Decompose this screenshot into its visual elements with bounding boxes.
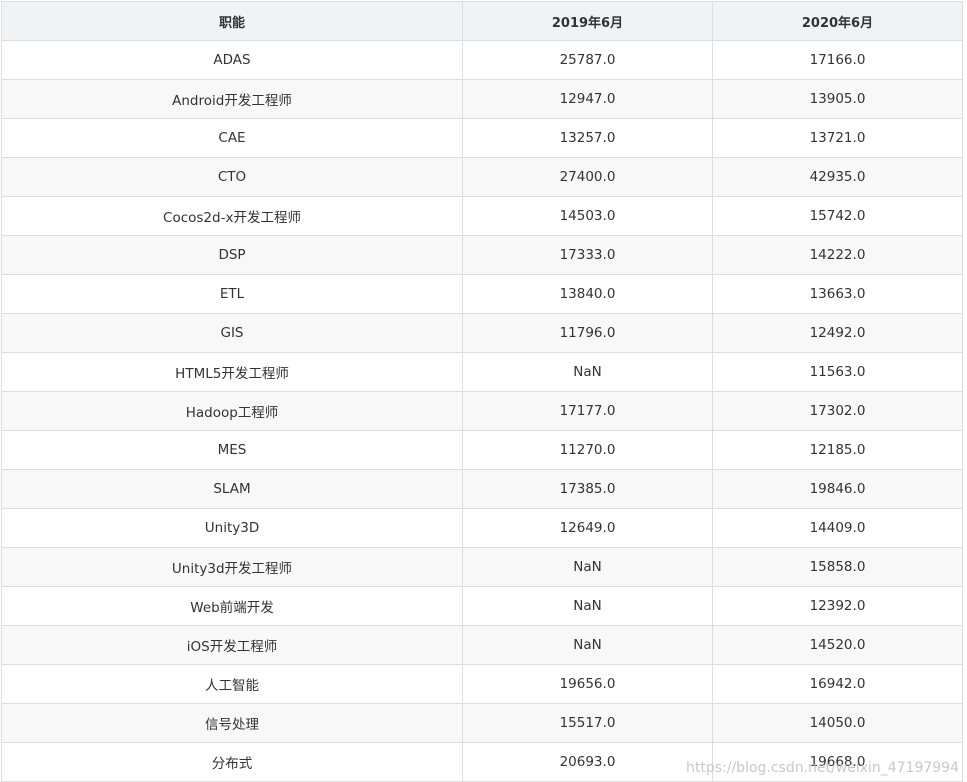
salary-2019-cell: 27400.0 [462, 157, 713, 197]
header-2020-06: 2020年6月 [712, 1, 963, 41]
table-row: ETL 13840.0 13663.0 [1, 274, 963, 314]
table-row: iOS开发工程师 NaN 14520.0 [1, 625, 963, 665]
salary-2019-cell: 13840.0 [462, 274, 713, 314]
table-row: 分布式 20693.0 19668.0 [1, 742, 963, 782]
salary-2019-cell: 25787.0 [462, 40, 713, 80]
salary-2019-cell: 19656.0 [462, 664, 713, 704]
role-cell: 人工智能 [1, 664, 463, 704]
table-row: 信号处理 15517.0 14050.0 [1, 703, 963, 743]
role-cell: 分布式 [1, 742, 463, 782]
salary-2020-cell: 14222.0 [712, 235, 963, 275]
salary-2019-cell: 11270.0 [462, 430, 713, 470]
salary-2020-cell: 17166.0 [712, 40, 963, 80]
role-cell: CAE [1, 118, 463, 158]
role-cell: ADAS [1, 40, 463, 80]
header-2019-06: 2019年6月 [462, 1, 713, 41]
table-row: SLAM 17385.0 19846.0 [1, 469, 963, 509]
table-row: 人工智能 19656.0 16942.0 [1, 664, 963, 704]
role-cell: ETL [1, 274, 463, 314]
table-row: HTML5开发工程师 NaN 11563.0 [1, 352, 963, 392]
header-row: 职能 2019年6月 2020年6月 [1, 1, 963, 41]
salary-2019-cell: 12947.0 [462, 79, 713, 119]
salary-2020-cell: 12185.0 [712, 430, 963, 470]
table-row: CAE 13257.0 13721.0 [1, 118, 963, 158]
salary-table-container: 职能 2019年6月 2020年6月 ADAS 25787.0 17166.0 And… [1, 1, 963, 782]
header-role: 职能 [1, 1, 463, 41]
role-cell: HTML5开发工程师 [1, 352, 463, 392]
table-row: Unity3d开发工程师 NaN 15858.0 [1, 547, 963, 587]
table-body: ADAS 25787.0 17166.0 Android开发工程师 12947.0 139… [1, 40, 963, 782]
salary-2019-cell: 11796.0 [462, 313, 713, 353]
role-cell: Unity3d开发工程师 [1, 547, 463, 587]
table-row: Android开发工程师 12947.0 13905.0 [1, 79, 963, 119]
salary-2020-cell: 12392.0 [712, 586, 963, 626]
salary-2019-cell: NaN [462, 586, 713, 626]
salary-2019-cell: 20693.0 [462, 742, 713, 782]
role-cell: Unity3D [1, 508, 463, 548]
salary-2020-cell: 13721.0 [712, 118, 963, 158]
role-cell: Web前端开发 [1, 586, 463, 626]
table-row: Web前端开发 NaN 12392.0 [1, 586, 963, 626]
salary-2020-cell: 16942.0 [712, 664, 963, 704]
salary-2020-cell: 13663.0 [712, 274, 963, 314]
role-cell: 信号处理 [1, 703, 463, 743]
role-cell: DSP [1, 235, 463, 275]
role-cell: iOS开发工程师 [1, 625, 463, 665]
role-cell: CTO [1, 157, 463, 197]
salary-2019-cell: NaN [462, 625, 713, 665]
salary-2020-cell: 17302.0 [712, 391, 963, 431]
salary-2020-cell: 15742.0 [712, 196, 963, 236]
salary-2020-cell: 14520.0 [712, 625, 963, 665]
salary-2020-cell: 19846.0 [712, 469, 963, 509]
salary-2019-cell: 17177.0 [462, 391, 713, 431]
salary-2019-cell: 15517.0 [462, 703, 713, 743]
salary-2019-cell: 12649.0 [462, 508, 713, 548]
salary-2020-cell: 13905.0 [712, 79, 963, 119]
salary-2019-cell: 13257.0 [462, 118, 713, 158]
salary-2019-cell: NaN [462, 352, 713, 392]
role-cell: GIS [1, 313, 463, 353]
table-row: CTO 27400.0 42935.0 [1, 157, 963, 197]
salary-2020-cell: 19668.0 [712, 742, 963, 782]
salary-table: 职能 2019年6月 2020年6月 ADAS 25787.0 17166.0 And… [1, 1, 963, 782]
salary-2019-cell: 14503.0 [462, 196, 713, 236]
salary-2020-cell: 14409.0 [712, 508, 963, 548]
role-cell: Hadoop工程师 [1, 391, 463, 431]
table-row: Cocos2d-x开发工程师 14503.0 15742.0 [1, 196, 963, 236]
role-cell: Android开发工程师 [1, 79, 463, 119]
salary-2020-cell: 15858.0 [712, 547, 963, 587]
salary-2019-cell: 17385.0 [462, 469, 713, 509]
table-row: GIS 11796.0 12492.0 [1, 313, 963, 353]
salary-2020-cell: 12492.0 [712, 313, 963, 353]
table-header: 职能 2019年6月 2020年6月 [1, 1, 963, 41]
role-cell: Cocos2d-x开发工程师 [1, 196, 463, 236]
salary-2019-cell: NaN [462, 547, 713, 587]
table-row: DSP 17333.0 14222.0 [1, 235, 963, 275]
table-row: Hadoop工程师 17177.0 17302.0 [1, 391, 963, 431]
table-row: Unity3D 12649.0 14409.0 [1, 508, 963, 548]
role-cell: SLAM [1, 469, 463, 509]
role-cell: MES [1, 430, 463, 470]
salary-2020-cell: 11563.0 [712, 352, 963, 392]
salary-2019-cell: 17333.0 [462, 235, 713, 275]
salary-2020-cell: 14050.0 [712, 703, 963, 743]
table-row: MES 11270.0 12185.0 [1, 430, 963, 470]
salary-2020-cell: 42935.0 [712, 157, 963, 197]
table-row: ADAS 25787.0 17166.0 [1, 40, 963, 80]
